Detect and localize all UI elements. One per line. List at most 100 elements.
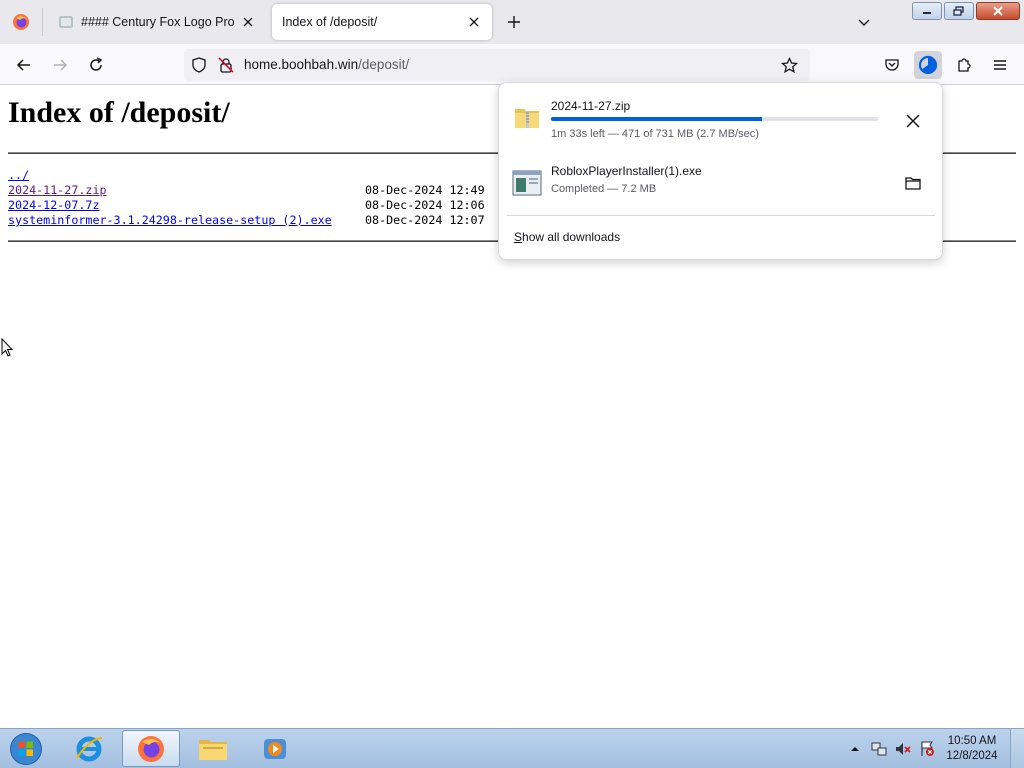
- file-date: 08-Dec-2024 12:49: [365, 183, 485, 197]
- zip-folder-icon: [515, 109, 539, 128]
- tab-index-deposit[interactable]: Index of /deposit/: [272, 4, 492, 40]
- directory-listing: ../ 2024-11-27.zip 08-Dec-2024 12:49 202…: [8, 168, 485, 228]
- download-item[interactable]: RobloxPlayerInstaller(1).exe Completed —…: [507, 157, 935, 209]
- show-all-label: how all downloads: [522, 230, 621, 244]
- listing-row: systeminformer-3.1.24298-release-setup (…: [8, 213, 485, 228]
- taskbar-firefox[interactable]: [122, 730, 180, 767]
- media-player-icon: [264, 738, 286, 759]
- action-center-tray-button[interactable]: [916, 738, 938, 760]
- file-date: 08-Dec-2024 12:06: [365, 198, 485, 212]
- extensions-button[interactable]: [950, 51, 978, 79]
- download-filename: RobloxPlayerInstaller(1).exe: [551, 164, 702, 178]
- show-hidden-icons-button[interactable]: [844, 738, 866, 760]
- panel-separator: [507, 215, 935, 216]
- tab-century-fox[interactable]: #### Century Fox Logo Prototy: [48, 4, 266, 40]
- file-link-systeminformer-setup[interactable]: systeminformer-3.1.24298-release-setup (…: [8, 213, 332, 227]
- puzzle-piece-icon: [958, 58, 971, 72]
- pocket-icon: [885, 59, 899, 71]
- tab-separator: [42, 8, 43, 36]
- cancel-download-button[interactable]: [899, 107, 927, 135]
- file-explorer-icon: [199, 739, 227, 760]
- clock-time: 10:50 AM: [947, 735, 997, 747]
- volume-muted-icon: [896, 743, 911, 755]
- close-icon: [906, 114, 920, 128]
- pinned-tab[interactable]: [0, 0, 42, 44]
- download-status: Completed — 7.2 MB: [551, 183, 657, 195]
- hamburger-menu-icon: [994, 60, 1006, 70]
- file-link-2024-11-27-zip[interactable]: 2024-11-27.zip: [8, 183, 107, 197]
- download-progress-bar: [551, 117, 878, 121]
- taskbar-clock[interactable]: 10:50 AM 12/8/2024: [940, 734, 1004, 764]
- taskbar: 10:50 AM 12/8/2024: [0, 728, 1024, 768]
- url-text: home.boohbah.win/deposit/: [244, 57, 409, 72]
- folder-icon: [905, 177, 921, 190]
- windows-logo-icon: [10, 733, 42, 765]
- show-all-downloads-button[interactable]: Show all downloads: [514, 230, 620, 244]
- start-button[interactable]: [6, 731, 46, 767]
- downloads-button[interactable]: [914, 51, 942, 79]
- show-desktop-button[interactable]: [1010, 729, 1024, 768]
- menu-button[interactable]: [986, 51, 1014, 79]
- firefox-icon: [13, 14, 29, 30]
- navigation-toolbar: home.boohbah.win/deposit/: [0, 44, 1024, 85]
- exe-file-icon: [512, 170, 542, 196]
- system-tray: [842, 729, 938, 768]
- close-icon: [993, 6, 1003, 16]
- window-controls: [910, 2, 1020, 20]
- url-bar[interactable]: home.boohbah.win/deposit/: [184, 49, 810, 81]
- download-progress-icon: [918, 55, 938, 75]
- url-host: home.boohbah.win: [244, 57, 359, 72]
- reload-icon: [90, 57, 103, 71]
- download-filename: 2024-11-27.zip: [551, 99, 631, 113]
- page-favicon-icon: [59, 16, 73, 28]
- back-arrow-icon: [16, 59, 30, 71]
- list-all-tabs-button[interactable]: [852, 10, 876, 34]
- plus-icon: [508, 16, 520, 28]
- download-progress-fill: [551, 117, 762, 121]
- file-link-2024-12-07-7z[interactable]: 2024-12-07.7z: [8, 198, 99, 212]
- close-tab-icon[interactable]: [240, 14, 256, 30]
- parent-directory-link[interactable]: ../: [8, 168, 29, 182]
- downloads-panel: 2024-11-27.zip 1m 33s left — 471 of 731 …: [498, 82, 943, 260]
- download-item[interactable]: 2024-11-27.zip 1m 33s left — 471 of 731 …: [507, 91, 935, 153]
- listing-row-parent: ../: [8, 168, 485, 183]
- download-status: 1m 33s left — 471 of 731 MB (2.7 MB/sec): [551, 128, 759, 140]
- taskbar-internet-explorer[interactable]: [60, 730, 118, 767]
- network-tray-button[interactable]: [868, 738, 890, 760]
- close-window-button[interactable]: [976, 2, 1020, 20]
- insecure-lock-icon[interactable]: [218, 57, 234, 73]
- pocket-button[interactable]: [878, 51, 906, 79]
- tab-title: #### Century Fox Logo Prototy: [81, 15, 234, 29]
- chevron-up-icon: [851, 747, 859, 751]
- bookmark-star-icon[interactable]: [781, 57, 798, 74]
- back-button[interactable]: [10, 52, 38, 78]
- clock-date: 12/8/2024: [946, 750, 998, 762]
- action-center-alert-icon: [921, 741, 934, 756]
- chevron-down-icon: [858, 19, 870, 26]
- page-heading: Index of /deposit/: [8, 96, 230, 129]
- volume-tray-button[interactable]: [892, 738, 914, 760]
- forward-arrow-icon: [54, 59, 68, 71]
- listing-row: 2024-11-27.zip 08-Dec-2024 12:49: [8, 183, 485, 198]
- network-icon: [871, 742, 887, 756]
- minimize-button[interactable]: [912, 2, 942, 20]
- file-date: 08-Dec-2024 12:07: [365, 213, 485, 227]
- show-in-folder-button[interactable]: [899, 169, 927, 197]
- tracking-protection-shield-icon[interactable]: [191, 57, 207, 73]
- tab-strip: #### Century Fox Logo Prototy Index of /…: [0, 0, 1024, 44]
- url-path: /deposit/: [358, 57, 410, 72]
- restore-icon: [953, 6, 964, 16]
- close-tab-icon[interactable]: [466, 14, 482, 30]
- reload-button[interactable]: [82, 52, 110, 78]
- mouse-cursor-icon: [1, 338, 14, 357]
- taskbar-media-player[interactable]: [246, 730, 304, 767]
- taskbar-file-explorer[interactable]: [184, 730, 242, 767]
- tab-title: Index of /deposit/: [282, 15, 378, 29]
- new-tab-button[interactable]: [502, 10, 526, 34]
- restore-button[interactable]: [944, 2, 974, 20]
- firefox-icon: [138, 735, 164, 762]
- listing-row: 2024-12-07.7z 08-Dec-2024 12:06: [8, 198, 485, 213]
- access-key: S: [514, 230, 523, 244]
- forward-button[interactable]: [46, 52, 74, 78]
- internet-explorer-icon: [76, 736, 103, 761]
